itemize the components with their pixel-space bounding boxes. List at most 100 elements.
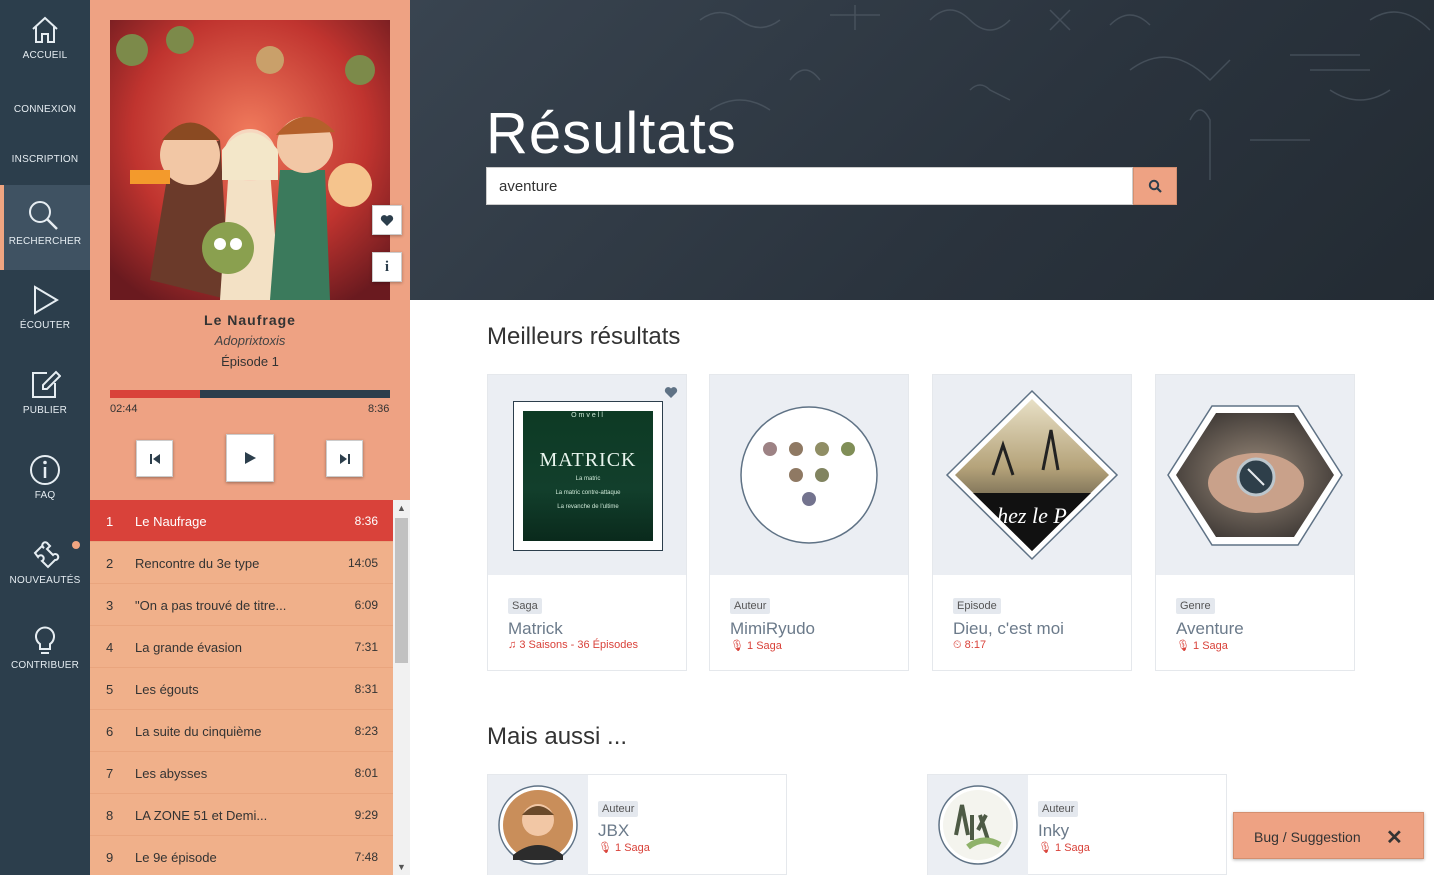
result-sub-text: 1 Saga [747,640,782,652]
result-sub-text: 1 Saga [615,842,650,854]
home-icon [32,16,58,43]
microphone-icon: 🎙 [598,842,612,854]
best-results-title: Meilleurs résultats [487,323,681,350]
playlist-row[interactable]: 1 Le Naufrage 8:36 [90,500,393,542]
skip-back-icon [149,453,160,464]
scroll-down-icon[interactable]: ▼ [393,859,410,875]
result-sub-text: 3 Saisons - 36 Épisodes [519,639,638,651]
playlist-row[interactable]: 2 Rencontre du 3e type 14:05 [90,542,393,584]
music-icon: ♫ [508,639,517,651]
result-sub-text: 1 Saga [1193,640,1228,652]
card-image [710,375,908,575]
result-card-saga[interactable]: Omvell MATRICK La matric La matric contr… [487,374,687,671]
info-i-icon: i [384,258,390,275]
progress-bar[interactable] [110,390,390,398]
nav-contribuer[interactable]: CONTRIBUER [0,624,90,671]
playlist-row[interactable]: 8 LA ZONE 51 et Demi... 9:29 [90,794,393,836]
playlist-row[interactable]: 6 La suite du cinquième 8:23 [90,710,393,752]
nav-inscription-label: INSCRIPTION [11,154,79,165]
track-duration: 8:36 [354,514,378,528]
episode-cover-text: hez le P [997,503,1067,528]
playlist-row[interactable]: 7 Les abysses 8:01 [90,752,393,794]
result-card-genre[interactable]: Genre Aventure 🎙 1 Saga [1155,374,1355,671]
track-number: 9 [106,850,114,865]
result-name[interactable]: MimiRyudo [730,619,815,639]
result-card-author[interactable]: Auteur MimiRyudo 🎙 1 Saga [709,374,909,671]
playlist-row[interactable]: 4 La grande évasion 7:31 [90,626,393,668]
microphone-icon: 🎙 [1038,842,1052,854]
genre-cover [1167,405,1343,546]
result-name[interactable]: Dieu, c'est moi [953,619,1064,639]
result-card-episode[interactable]: hez le P Episode Dieu, c'est moi ⏲ 8:17 [932,374,1132,671]
nav-publier-label: PUBLIER [22,405,68,416]
result-sub: 🎙 1 Saga [1176,639,1228,652]
result-name[interactable]: JBX [598,821,629,841]
track-name: Le Naufrage [135,514,207,529]
notification-dot [72,541,80,549]
info-icon [30,455,60,485]
cover-line-2: La matric contre-attaque [555,490,621,496]
cover-line-1: La matric [575,476,601,482]
lightbulb-icon [35,626,55,654]
result-sub: 🎙 1 Saga [1038,841,1090,854]
nav-rechercher-label: RECHERCHER [8,236,82,247]
nav-accueil[interactable]: ACCUEIL [0,14,90,74]
player-panel: i Le Naufrage Adoprixtoxis Épisode 1 02:… [90,0,410,500]
playlist-row[interactable]: 9 Le 9e épisode 7:48 [90,836,393,875]
info-button[interactable]: i [372,252,402,282]
search-input[interactable] [486,167,1133,205]
track-duration: 6:09 [354,598,378,612]
scroll-thumb[interactable] [395,518,408,663]
bug-suggestion-label: Bug / Suggestion [1254,829,1361,845]
favorite-button[interactable] [372,205,402,235]
track-number: 4 [106,640,114,655]
track-name: Les égouts [135,682,199,697]
track-name: Le 9e épisode [135,850,217,865]
result-sub-text: 1 Saga [1055,842,1090,854]
play-button[interactable] [226,434,274,482]
heart-icon [380,214,394,226]
playlist-scrollbar[interactable]: ▲ ▼ [393,500,410,875]
result-name[interactable]: Inky [1038,821,1069,841]
page-title: Résultats [486,101,737,166]
bug-suggestion-button[interactable]: Bug / Suggestion ✕ [1233,812,1424,859]
nav-ecouter[interactable]: ÉCOUTER [0,284,90,331]
next-button[interactable] [326,440,363,477]
track-name: Les abysses [135,766,208,781]
result-sub: 🎙 1 Saga [598,841,650,854]
clock-icon: ⏲ [953,639,962,651]
nav-inscription[interactable]: INSCRIPTION [0,154,90,165]
episode-cover: hez le P [945,389,1119,561]
heart-icon[interactable] [664,386,678,399]
result-type-tag: Saga [508,598,542,614]
also-item[interactable]: Auteur JBX 🎙 1 Saga [487,774,787,875]
search-icon [29,201,58,230]
scroll-up-icon[interactable]: ▲ [393,500,410,516]
nav-rechercher[interactable]: RECHERCHER [0,185,90,270]
also-item[interactable]: Auteur Inky 🎙 1 Saga [927,774,1227,875]
track-episode: Épisode 1 [221,354,279,369]
search-button[interactable] [1133,167,1177,205]
matrick-cover: Omvell MATRICK La matric La matric contr… [523,411,653,541]
nav-connexion[interactable]: CONNEXION [0,104,90,115]
nav-publier[interactable]: PUBLIER [0,369,90,416]
cover-top-text: Omvell [571,412,605,419]
result-type-tag: Auteur [730,598,771,614]
track-duration: 8:31 [354,682,378,696]
result-name[interactable]: Aventure [1176,619,1244,639]
card-image: hez le P [933,375,1131,575]
track-name: Rencontre du 3e type [135,556,260,571]
close-icon[interactable]: ✕ [1386,825,1403,850]
result-name[interactable]: Matrick [508,619,563,639]
nav-faq[interactable]: FAQ [0,454,90,501]
also-item-image [488,775,588,875]
previous-button[interactable] [136,440,173,477]
nav-faq-label: FAQ [34,490,56,501]
progress-fill [110,390,200,398]
cover-title: MATRICK [539,449,637,471]
result-sub: 🎙 1 Saga [730,639,782,652]
playlist-row[interactable]: 3 "On a pas trouvé de titre... 6:09 [90,584,393,626]
playlist-row[interactable]: 5 Les égouts 8:31 [90,668,393,710]
play-icon [245,452,256,464]
cover-line-3: La revanche de l'ultime [557,504,619,510]
